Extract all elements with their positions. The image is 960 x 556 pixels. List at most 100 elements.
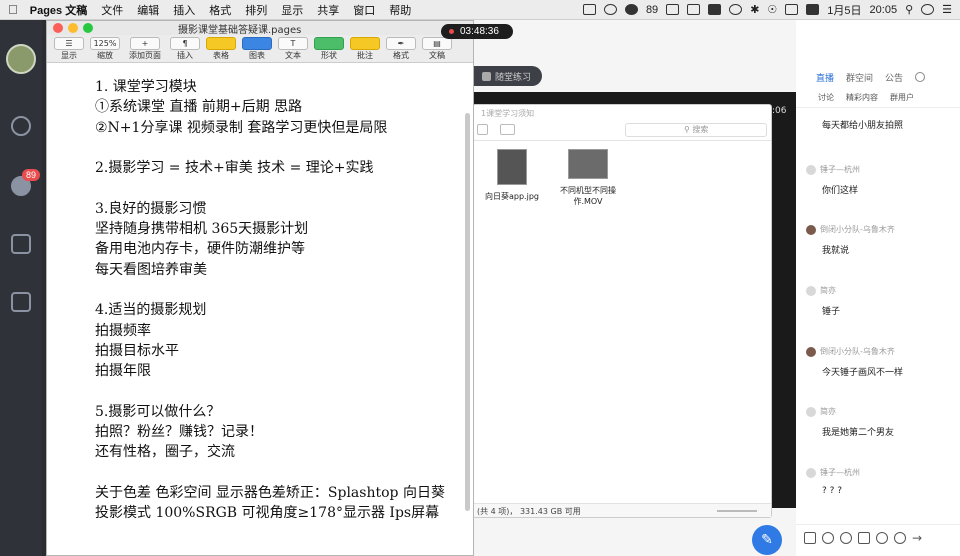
- scissors-icon[interactable]: [840, 531, 852, 544]
- avatar[interactable]: [806, 164, 816, 175]
- menu-share[interactable]: 共享: [317, 2, 339, 18]
- table-button[interactable]: 表格: [203, 37, 239, 61]
- apple-icon[interactable]: : [8, 2, 18, 17]
- gift-icon[interactable]: [804, 531, 816, 544]
- menu-file[interactable]: 文件: [101, 2, 123, 18]
- window-icon[interactable]: [666, 4, 680, 15]
- text-icon: T: [278, 37, 308, 50]
- avatar[interactable]: [6, 44, 36, 74]
- image-thumbnail: [497, 149, 527, 185]
- shape-icon: [314, 37, 344, 50]
- insert-button[interactable]: ¶ 插入: [167, 37, 203, 61]
- practice-icon: [482, 71, 491, 81]
- view-icon: ☰: [54, 37, 84, 50]
- format-button[interactable]: ✒ 格式: [383, 37, 419, 61]
- battery-icon[interactable]: [785, 4, 799, 15]
- sender-name: 倒闭小分队-乌鲁木齐: [820, 347, 895, 356]
- menu-insert[interactable]: 插入: [173, 2, 195, 18]
- doc-line: 5.摄影可以做什么？: [95, 403, 221, 420]
- document-button[interactable]: ▤ 文稿: [419, 37, 455, 61]
- tab-notice[interactable]: 公告: [885, 71, 903, 84]
- avatar[interactable]: [806, 285, 816, 296]
- contacts-icon[interactable]: [11, 292, 31, 312]
- message-text: 你们这样: [822, 186, 859, 196]
- tab-live[interactable]: 直播: [816, 71, 834, 84]
- doc-line: [95, 178, 445, 198]
- chat-message: 锤子—杭州 你们这样: [806, 164, 956, 196]
- document-body[interactable]: 1. 课堂学习模块 ①系统课堂 直播 前期+后期 思路 ②N+1分享课 视频录制…: [95, 77, 445, 524]
- explore-icon[interactable]: [11, 116, 31, 136]
- finder-search-input[interactable]: ⚲ 搜索: [625, 122, 767, 137]
- message-text: 我是她第二个男友: [822, 428, 895, 438]
- history-icon[interactable]: [876, 531, 888, 544]
- minimize-icon[interactable]: [68, 23, 78, 33]
- close-icon[interactable]: [53, 23, 63, 33]
- wechat-icon[interactable]: [603, 4, 617, 15]
- icon-size-slider[interactable]: [717, 510, 757, 512]
- comment-label: 批注: [357, 51, 373, 60]
- shape-button[interactable]: 形状: [311, 37, 347, 61]
- view-button[interactable]: ☰ 显示: [51, 37, 87, 61]
- file-name: 向日葵app.jpg: [485, 192, 539, 201]
- input-source-icon[interactable]: [806, 4, 820, 15]
- zoom-icon[interactable]: [83, 23, 93, 33]
- screen-record-icon[interactable]: [582, 4, 596, 15]
- subtab-highlights[interactable]: 精彩内容: [846, 92, 878, 103]
- practice-button[interactable]: 随堂练习: [474, 66, 542, 86]
- shape-label: 形状: [321, 51, 337, 60]
- search-icon[interactable]: ⚲: [905, 3, 913, 16]
- menu-app[interactable]: Pages 文稿: [30, 2, 87, 18]
- avatar[interactable]: [806, 467, 816, 478]
- menu-help[interactable]: 帮助: [389, 2, 411, 18]
- menu-view[interactable]: 显示: [281, 2, 303, 18]
- menu-format[interactable]: 格式: [209, 2, 231, 18]
- avatar[interactable]: [806, 346, 816, 357]
- zoom-label: 缩放: [97, 51, 113, 60]
- subtab-members[interactable]: 群用户: [890, 92, 914, 103]
- chat-message: 倒闭小分队-乌鲁木齐 今天锤子画风不一样: [806, 346, 956, 378]
- file-item[interactable]: 不同机型不同操作.MOV: [553, 149, 623, 207]
- status-icon[interactable]: [624, 4, 638, 15]
- chart-button[interactable]: 图表: [239, 37, 275, 61]
- share-icon[interactable]: [477, 124, 489, 135]
- image-icon[interactable]: [858, 531, 870, 544]
- plus-icon: +: [130, 37, 160, 50]
- display-icon[interactable]: [687, 4, 701, 15]
- siri-icon[interactable]: [921, 4, 935, 15]
- send-arrow-icon[interactable]: →: [912, 531, 922, 545]
- tab-group-space[interactable]: 群空间: [846, 71, 873, 84]
- scrollbar[interactable]: [465, 113, 470, 511]
- bluetooth-icon[interactable]: ✱: [750, 3, 759, 16]
- message-header: 锤子—杭州: [806, 467, 956, 478]
- app-icon[interactable]: [708, 4, 722, 15]
- zoom-button[interactable]: 125% 缩放: [87, 37, 123, 61]
- text-button[interactable]: T 文本: [275, 37, 311, 61]
- menu-edit[interactable]: 编辑: [137, 2, 159, 18]
- chart-label: 图表: [249, 51, 265, 60]
- comment-button[interactable]: 批注: [347, 37, 383, 61]
- emoji-icon[interactable]: [822, 531, 834, 544]
- avatar[interactable]: [806, 224, 816, 235]
- settings-icon[interactable]: [915, 72, 926, 82]
- add-page-button[interactable]: + 添加页面: [123, 37, 167, 61]
- menu-arrange[interactable]: 排列: [245, 2, 267, 18]
- tasks-icon[interactable]: [11, 234, 31, 254]
- wifi-icon[interactable]: ☉: [767, 3, 777, 16]
- recording-timer[interactable]: 03:48:36: [441, 24, 513, 39]
- tag-icon[interactable]: [500, 124, 516, 135]
- clock-icon[interactable]: [729, 4, 743, 15]
- list-icon[interactable]: ☰: [942, 3, 952, 16]
- chat-subtabs: 讨论 精彩内容 群用户: [796, 88, 960, 108]
- file-item[interactable]: 向日葵app.jpg: [477, 149, 547, 202]
- subtab-discussion[interactable]: 讨论: [818, 92, 834, 103]
- bell-icon[interactable]: [894, 531, 906, 544]
- finder-status: (共 4 项)， 331.43 GB 可用: [477, 507, 581, 516]
- mic-button[interactable]: ✎: [752, 525, 782, 555]
- time-label: 20:05: [869, 3, 898, 16]
- doc-line: 4.适当的摄影规划: [95, 302, 207, 319]
- date-label: 1月5日: [827, 4, 862, 17]
- doc-line: 拍摄频率: [95, 322, 151, 339]
- avatar[interactable]: [806, 406, 816, 417]
- document-label: 文稿: [429, 51, 445, 60]
- menu-window[interactable]: 窗口: [353, 2, 375, 18]
